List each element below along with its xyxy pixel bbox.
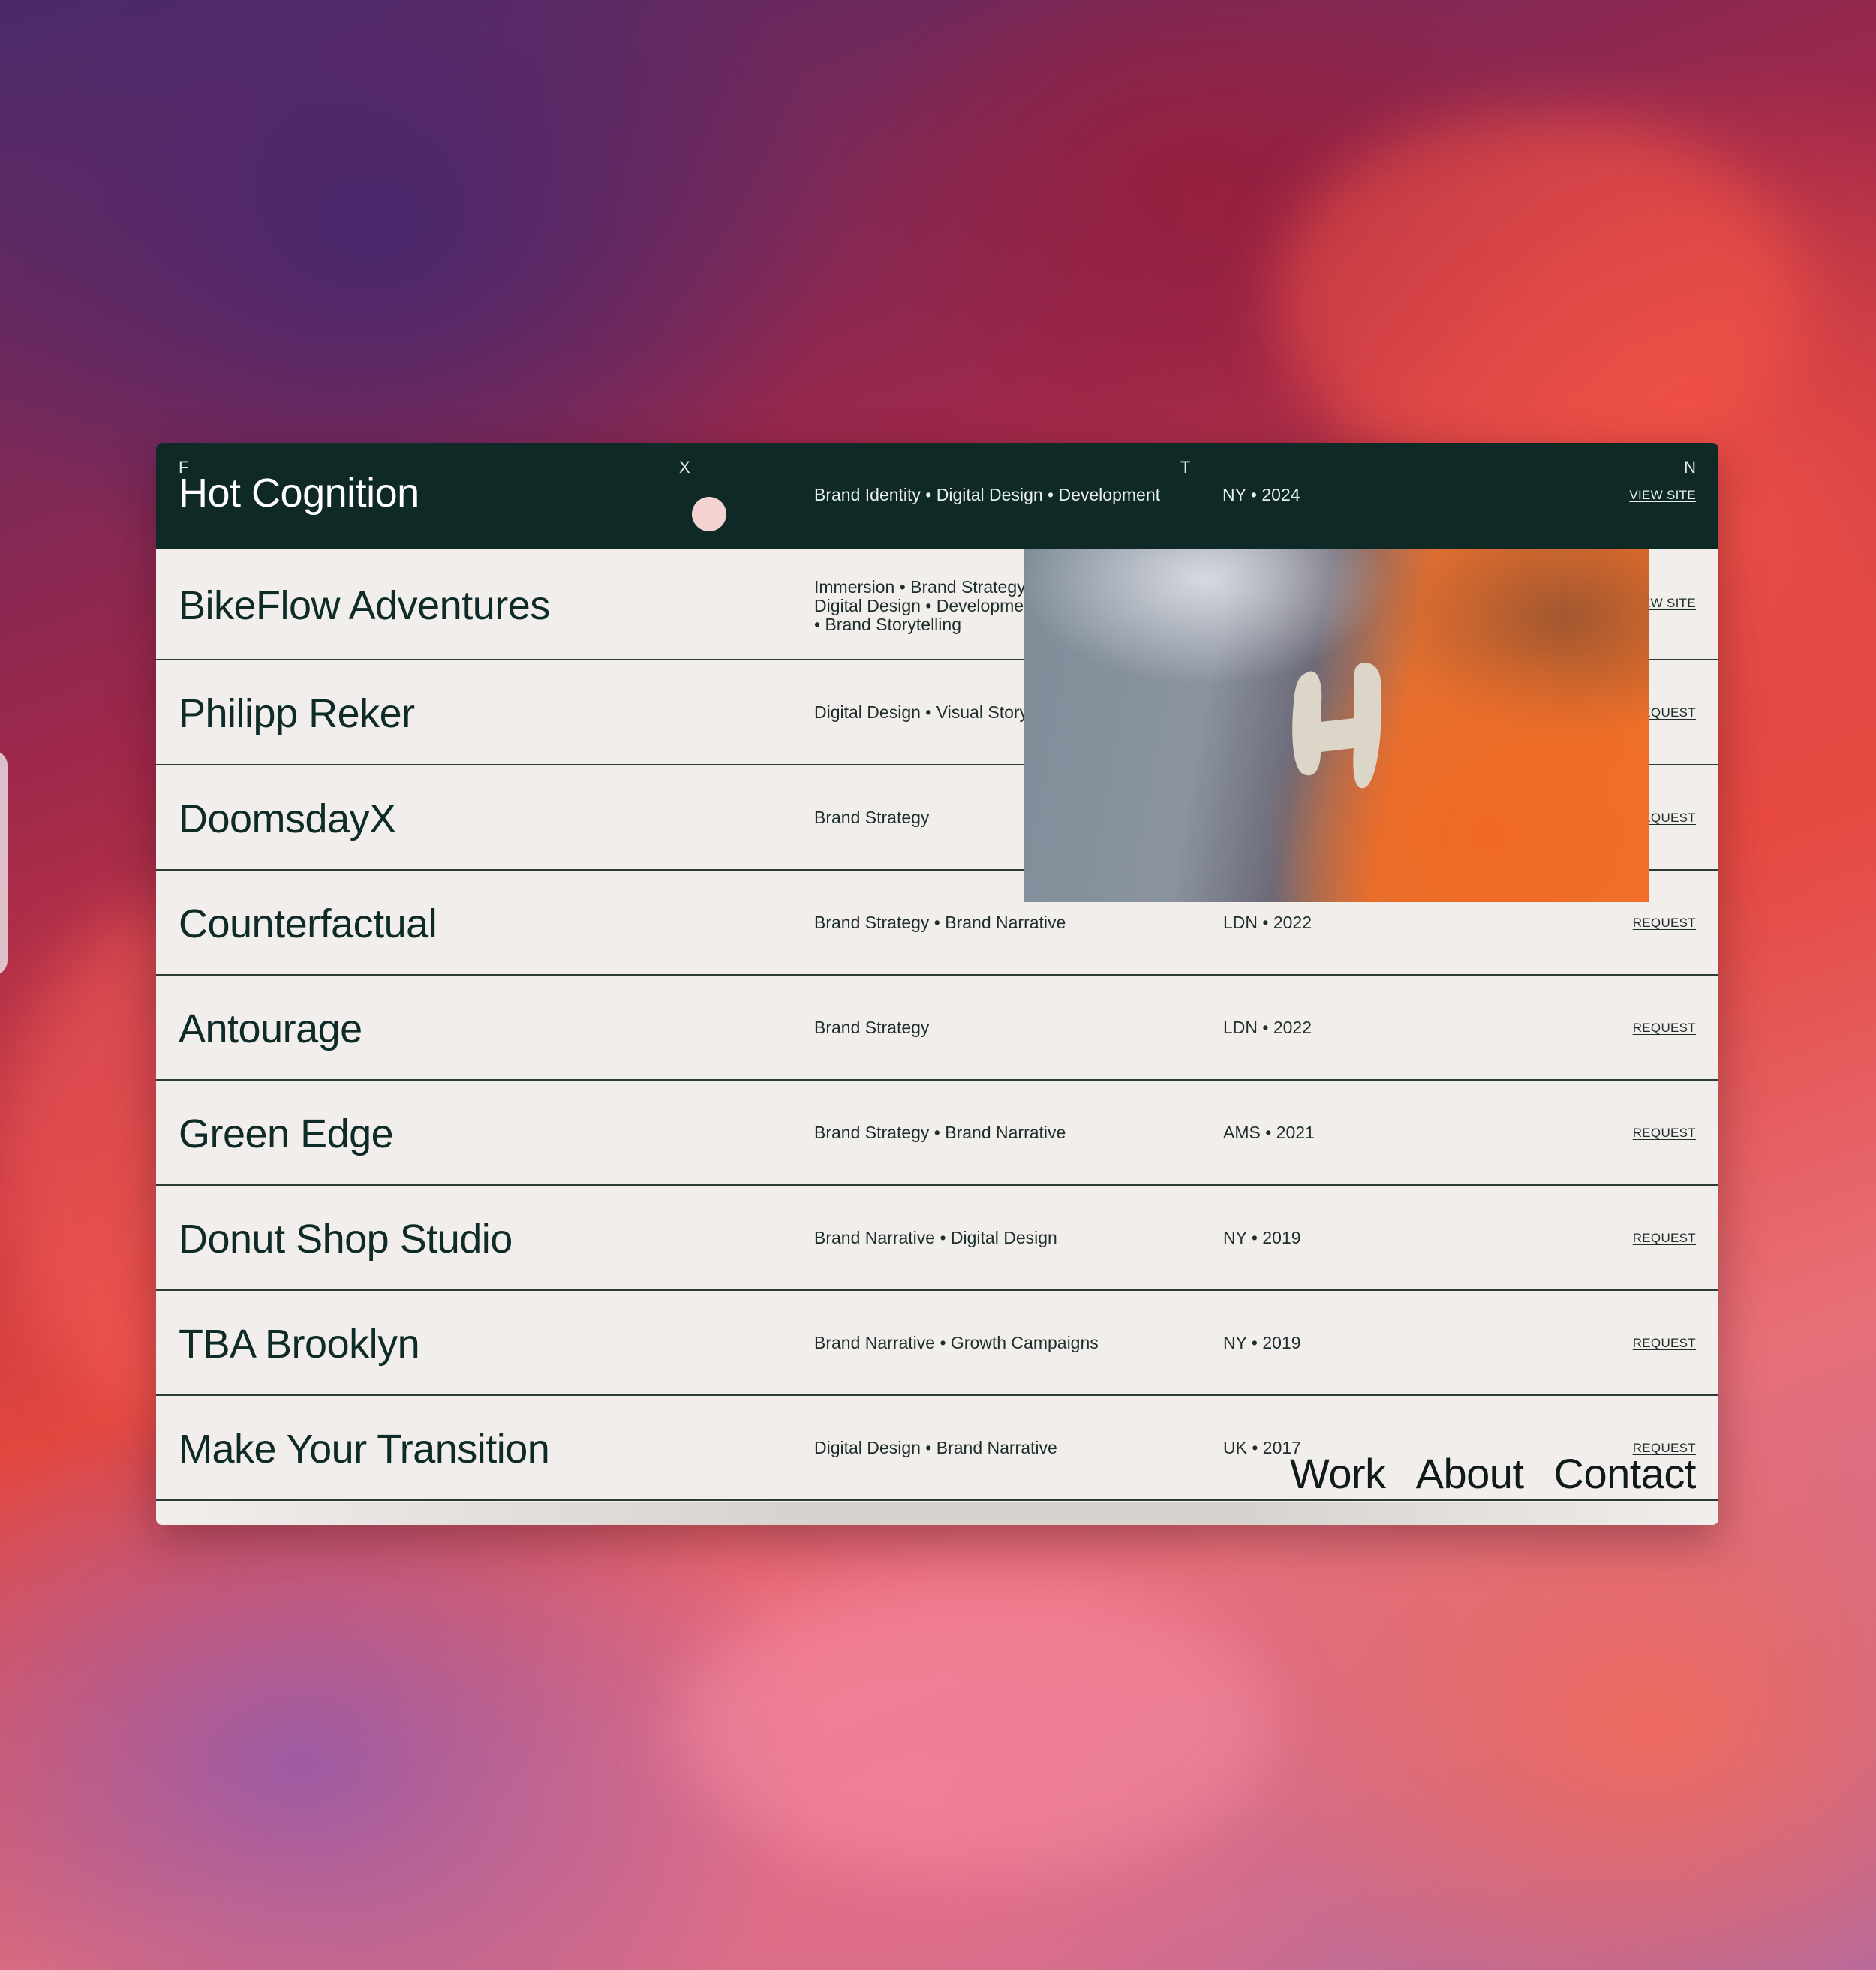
project-name: Make Your Transition [179, 1427, 550, 1472]
project-location-year: NY • 2019 [1223, 1333, 1301, 1352]
request-link[interactable]: REQUEST [1633, 1231, 1696, 1246]
background-cloud [675, 1576, 1276, 1876]
cursor-dot [692, 497, 726, 531]
project-services: Brand Identity • Digital Design • Develo… [814, 485, 1160, 504]
project-services: Brand Narrative • Digital Design [814, 1228, 1057, 1247]
background-cloud [1276, 113, 1801, 488]
project-name: Philipp Reker [179, 691, 415, 736]
project-services: Brand Strategy [814, 1018, 930, 1037]
column-marker: N [1684, 458, 1696, 477]
project-name: DoomsdayX [179, 796, 396, 841]
column-marker: X [679, 458, 690, 477]
project-services: Brand Narrative • Growth Campaigns [814, 1333, 1099, 1352]
project-location-year: AMS • 2021 [1223, 1123, 1315, 1142]
project-name: Hot Cognition [179, 471, 419, 516]
request-link[interactable]: REQUEST [1633, 1021, 1696, 1036]
table-row[interactable]: TBA Brooklyn Brand Narrative • Growth Ca… [156, 1291, 1718, 1396]
nav-work[interactable]: Work [1290, 1449, 1386, 1498]
request-link[interactable]: REQUEST [1633, 1126, 1696, 1141]
nav-about[interactable]: About [1416, 1449, 1524, 1498]
project-location-year: NY • 2024 [1222, 485, 1300, 504]
background-shape [0, 750, 8, 976]
project-name: Green Edge [179, 1111, 394, 1156]
project-services: Immersion • Brand Strategy • Digital Des… [814, 577, 1039, 634]
footer-shadow [156, 1502, 1718, 1525]
logo-mark-icon [1292, 663, 1382, 789]
project-name: Donut Shop Studio [179, 1217, 513, 1262]
projects-window: F X T N Hot Cognition Brand Identity • D… [156, 443, 1718, 1525]
table-row-active[interactable]: F X T N Hot Cognition Brand Identity • D… [156, 443, 1718, 549]
nav-contact[interactable]: Contact [1554, 1449, 1697, 1498]
project-name: Antourage [179, 1006, 362, 1051]
table-row[interactable]: Antourage Brand Strategy LDN • 2022 REQU… [156, 976, 1718, 1081]
project-location-year: NY • 2019 [1223, 1228, 1301, 1247]
project-name: TBA Brooklyn [179, 1322, 420, 1367]
project-name: Counterfactual [179, 901, 437, 946]
project-services: Digital Design • Brand Narrative [814, 1438, 1057, 1457]
project-services: Brand Strategy • Brand Narrative [814, 913, 1066, 932]
project-services: Brand Strategy • Brand Narrative [814, 1123, 1066, 1142]
column-marker: T [1180, 458, 1191, 477]
project-preview-image [1024, 549, 1649, 902]
request-link[interactable]: REQUEST [1633, 916, 1696, 931]
view-site-link[interactable]: VIEW SITE [1629, 488, 1696, 503]
project-location-year: LDN • 2022 [1223, 1018, 1312, 1037]
main-nav: Work About Contact [1290, 1449, 1696, 1498]
request-link[interactable]: REQUEST [1633, 1336, 1696, 1351]
table-row[interactable]: Green Edge Brand Strategy • Brand Narrat… [156, 1081, 1718, 1186]
project-name: BikeFlow Adventures [179, 583, 550, 628]
table-row[interactable]: Donut Shop Studio Brand Narrative • Digi… [156, 1186, 1718, 1291]
project-services: Brand Strategy [814, 808, 930, 827]
project-location-year: LDN • 2022 [1223, 913, 1312, 932]
